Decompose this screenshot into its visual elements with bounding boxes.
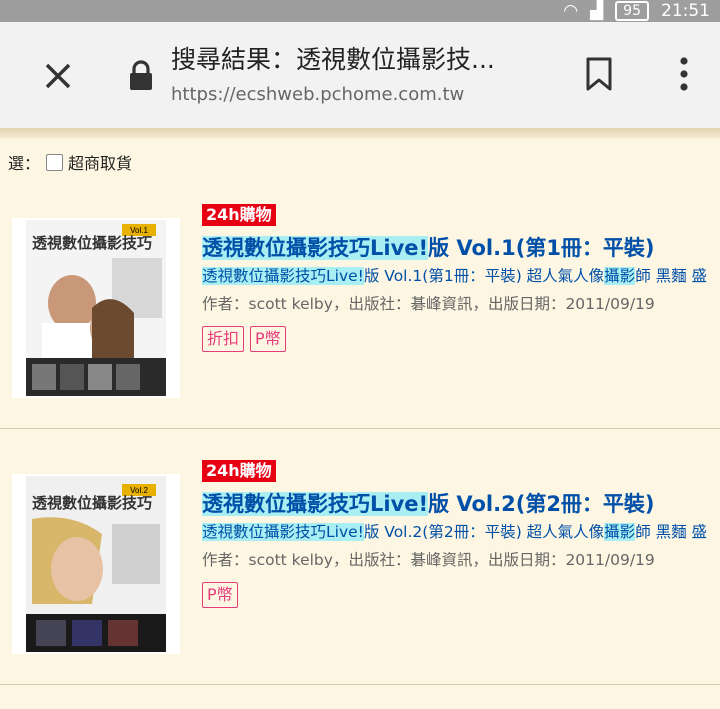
clock: 21:51 [661,1,710,21]
desc-middle: 版 Vol.2(第2冊：平裝) 超人氣人像 [363,523,605,541]
bookmark-icon[interactable] [584,56,614,92]
filter-prefix: 選： [8,154,41,173]
wifi-icon: ◠ [563,1,579,21]
pickup-checkbox[interactable] [46,153,64,171]
book-cover-art: Vol.2 透視數位攝影技巧 [12,474,180,654]
filter-row: 選： 超商取貨 [8,150,132,174]
book-cover-image[interactable]: Vol.2 透視數位攝影技巧 [12,474,180,654]
close-icon[interactable] [38,56,78,96]
p-coin-tag: P幣 [202,582,238,608]
product-divider [0,428,720,429]
more-vert-icon[interactable] [672,54,696,94]
page-title[interactable]: 搜尋結果：透視數位攝影技... [171,40,561,76]
desc-rest: 師 黑麵 盛 [635,267,708,285]
cover-title: 透視數位攝影技巧 [32,234,152,252]
product-title-rest: 版 Vol.1(第1冊：平裝) [428,236,655,260]
product-divider [0,684,720,685]
product-title-highlight: 透視數位攝影技巧Live! [202,492,429,516]
24h-shopping-badge: 24h購物 [202,460,276,482]
battery-icon: 95 [615,1,649,21]
desc-highlight-2: 攝影 [604,523,636,541]
toolbar-divider [0,128,720,138]
desc-middle: 版 Vol.1(第1冊：平裝) 超人氣人像 [363,267,605,285]
24h-shopping-badge: 24h購物 [202,204,276,226]
desc-highlight: 透視數位攝影技巧Live! [202,267,364,285]
product-title-rest: 版 Vol.2(第2冊：平裝) [428,492,655,516]
book-cover-art: Vol.1 透視數位攝影技巧 [12,218,180,398]
product-meta: 作者：scott kelby，出版社：碁峰資訊，出版日期：2011/09/19 [202,551,655,569]
product-description: 透視數位攝影技巧Live!版 Vol.2(第2冊：平裝) 超人氣人像攝影師 黑麵… [202,520,720,542]
desc-rest: 師 黑麵 盛 [635,523,708,541]
product-title-highlight: 透視數位攝影技巧Live! [202,236,429,260]
product-title-link[interactable]: 透視數位攝影技巧Live!版 Vol.2(第2冊：平裝) [202,488,655,518]
cover-title: 透視數位攝影技巧 [32,494,152,512]
discount-tag: 折扣 [202,326,245,352]
status-bar: ◠ ▟ 95 21:51 [0,0,720,22]
product-tags: 折扣 P幣 [202,326,286,352]
p-coin-tag: P幣 [250,326,286,352]
product-title-link[interactable]: 透視數位攝影技巧Live!版 Vol.1(第1冊：平裝) [202,232,655,262]
product-meta: 作者：scott kelby，出版社：碁峰資訊，出版日期：2011/09/19 [202,295,655,313]
pickup-checkbox-label[interactable]: 超商取貨 [68,150,132,174]
url-text[interactable]: https://ecshweb.pchome.com.tw [171,84,464,105]
product-tags: P幣 [202,582,238,608]
desc-highlight-2: 攝影 [604,267,636,285]
signal-icon: ▟ [590,1,604,21]
desc-highlight: 透視數位攝影技巧Live! [202,523,364,541]
lock-icon [130,60,152,90]
product-description: 透視數位攝影技巧Live!版 Vol.1(第1冊：平裝) 超人氣人像攝影師 黑麵… [202,264,720,286]
book-cover-image[interactable]: Vol.1 透視數位攝影技巧 [12,218,180,398]
browser-toolbar: 搜尋結果：透視數位攝影技... https://ecshweb.pchome.c… [0,22,720,128]
